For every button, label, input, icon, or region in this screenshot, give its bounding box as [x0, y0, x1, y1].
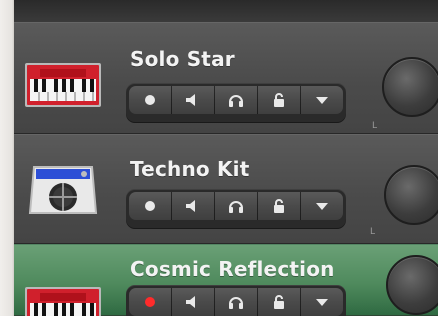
- track-row-techno-kit[interactable]: Techno Kit L: [14, 134, 438, 244]
- lock-button[interactable]: [258, 86, 301, 114]
- record-enable-icon: [143, 199, 157, 213]
- solo-button[interactable]: [215, 86, 258, 114]
- mute-icon: [184, 295, 202, 309]
- track-name: Solo Star: [130, 47, 235, 71]
- headphones-icon: [227, 92, 245, 108]
- keyboard-synth-icon: [22, 59, 104, 111]
- track-control-strip: [126, 83, 346, 123]
- knob-range-mark: L: [370, 227, 376, 237]
- track-name: Techno Kit: [130, 157, 250, 181]
- track-control-strip: [126, 189, 346, 229]
- volume-knob[interactable]: [386, 255, 438, 315]
- record-enable-button[interactable]: [129, 192, 172, 220]
- keyboard-synth-icon: [22, 283, 104, 316]
- mute-icon: [184, 199, 202, 213]
- mute-icon: [184, 93, 202, 107]
- window-frame: Solo Star L Techno Kit L Cosmic Reflecti…: [0, 0, 438, 316]
- chevron-down-icon: [314, 200, 330, 212]
- headphones-icon: [227, 198, 245, 214]
- track-menu-button[interactable]: [301, 288, 343, 316]
- mute-button[interactable]: [172, 86, 215, 114]
- track-menu-button[interactable]: [301, 86, 343, 114]
- mute-button[interactable]: [172, 288, 215, 316]
- track-menu-button[interactable]: [301, 192, 343, 220]
- record-enable-icon: [143, 295, 157, 309]
- track-row-solo-star[interactable]: Solo Star L: [14, 22, 438, 134]
- record-enable-icon: [143, 93, 157, 107]
- solo-button[interactable]: [215, 288, 258, 316]
- track-control-strip: [126, 285, 346, 316]
- lock-icon: [271, 294, 287, 310]
- track-name: Cosmic Reflection: [130, 257, 335, 281]
- lock-button[interactable]: [258, 288, 301, 316]
- track-row-cosmic-reflection[interactable]: Cosmic Reflection: [14, 244, 438, 316]
- track-list-panel: Solo Star L Techno Kit L Cosmic Reflecti…: [14, 0, 438, 316]
- volume-knob[interactable]: [382, 57, 438, 117]
- mute-button[interactable]: [172, 192, 215, 220]
- record-enable-button[interactable]: [129, 86, 172, 114]
- headphones-icon: [227, 294, 245, 310]
- lock-button[interactable]: [258, 192, 301, 220]
- top-track-strip: [14, 0, 438, 23]
- lock-icon: [271, 92, 287, 108]
- knob-range-mark: L: [372, 121, 378, 131]
- volume-knob[interactable]: [384, 165, 438, 225]
- chevron-down-icon: [314, 94, 330, 106]
- drum-machine-icon: [22, 161, 104, 221]
- lock-icon: [271, 198, 287, 214]
- record-enable-button[interactable]: [129, 288, 172, 316]
- solo-button[interactable]: [215, 192, 258, 220]
- chevron-down-icon: [314, 296, 330, 308]
